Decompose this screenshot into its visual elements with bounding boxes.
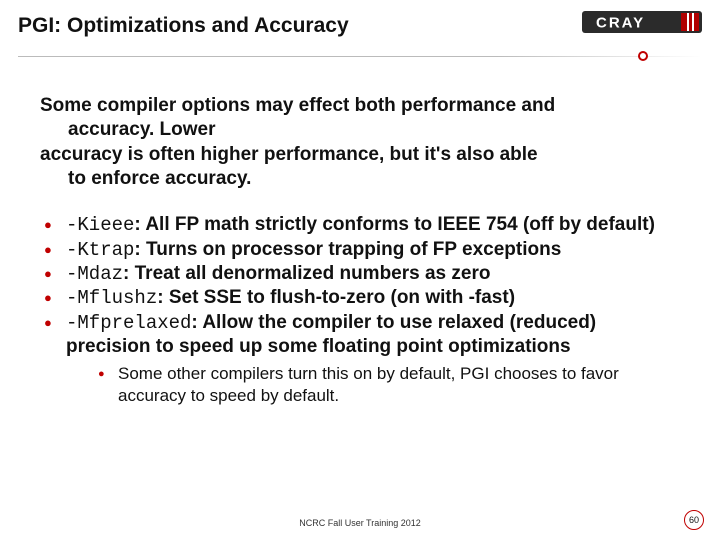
logo-text: CRAY <box>596 15 645 32</box>
sub-bullet-list: Some other compilers turn this on by def… <box>94 363 680 407</box>
flag-code: -Kieee <box>66 214 134 236</box>
sub-list-item: Some other compilers turn this on by def… <box>94 363 680 407</box>
cray-logo: CRAY <box>582 8 702 36</box>
intro-line-1: Some compiler options may effect both pe… <box>40 94 680 118</box>
intro-line-3a: accuracy is often higher performance, bu… <box>40 143 680 167</box>
header: PGI: Optimizations and Accuracy CRAY <box>0 0 720 44</box>
list-item: -Mflushz: Set SSE to flush-to-zero (on w… <box>40 286 680 310</box>
intro-paragraph: Some compiler options may effect both pe… <box>40 94 680 191</box>
bullet-list: -Kieee: All FP math strictly conforms to… <box>40 213 680 407</box>
body: Some compiler options may effect both pe… <box>0 64 720 407</box>
flag-code: -Mdaz <box>66 263 123 285</box>
flag-desc: : Turns on processor trapping of FP exce… <box>134 239 561 260</box>
flag-desc: : Treat all denormalized numbers as zero <box>123 263 490 284</box>
slide: PGI: Optimizations and Accuracy CRAY Som… <box>0 0 720 540</box>
flag-desc: : All FP math strictly conforms to IEEE … <box>134 214 654 235</box>
flag-code: -Ktrap <box>66 239 134 261</box>
header-rule <box>18 48 702 64</box>
list-item: -Mdaz: Treat all denormalized numbers as… <box>40 262 680 286</box>
page-number-badge: 60 <box>684 510 704 530</box>
list-item: -Mfprelaxed: Allow the compiler to use r… <box>40 311 680 408</box>
intro-line-2: accuracy. Lower <box>40 118 680 142</box>
rule-line <box>18 56 702 57</box>
rule-dot-icon <box>638 51 648 61</box>
intro-line-3b: to enforce accuracy. <box>40 167 680 191</box>
cray-logo-svg: CRAY <box>582 8 702 36</box>
flag-code: -Mfprelaxed <box>66 312 191 334</box>
list-item: -Ktrap: Turns on processor trapping of F… <box>40 238 680 262</box>
list-item: -Kieee: All FP math strictly conforms to… <box>40 213 680 237</box>
footer-text: NCRC Fall User Training 2012 <box>0 518 720 528</box>
flag-desc: : Set SSE to flush-to-zero (on with -fas… <box>157 287 515 308</box>
flag-code: -Mflushz <box>66 287 157 309</box>
